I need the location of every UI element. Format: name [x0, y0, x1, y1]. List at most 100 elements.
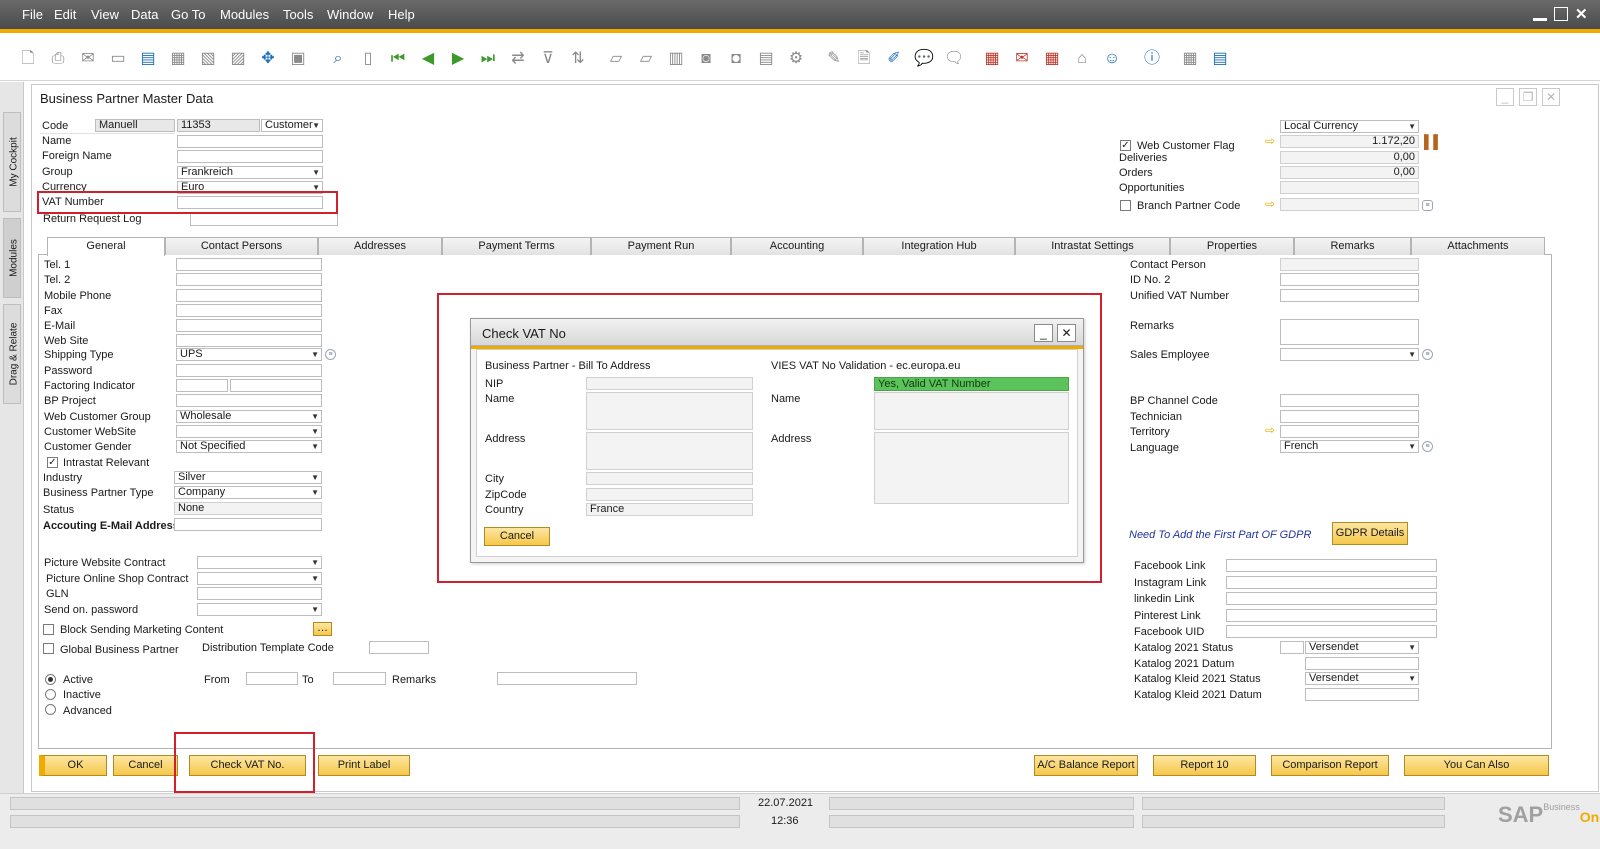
chart-icon[interactable]: ▌▌: [1424, 134, 1442, 149]
form-settings-icon[interactable]: ✐: [884, 49, 904, 69]
menu-edit[interactable]: Edit: [54, 7, 76, 22]
code-series-field[interactable]: Manuell: [95, 119, 175, 132]
language-dropdown[interactable]: French: [1280, 440, 1419, 453]
journal-icon[interactable]: ▤: [756, 49, 776, 69]
linkedin-link-field[interactable]: [1226, 592, 1437, 605]
global-bp-checkbox[interactable]: [43, 643, 54, 654]
target-document-icon[interactable]: ▱: [636, 49, 656, 69]
gdpr-details-button[interactable]: GDPR Details: [1332, 522, 1408, 545]
fax-icon[interactable]: ▤: [138, 49, 158, 69]
tel1-field[interactable]: [176, 258, 322, 271]
payment-means-icon[interactable]: ◙: [696, 49, 716, 69]
gln-field[interactable]: [197, 587, 322, 600]
tab-addresses[interactable]: Addresses: [318, 237, 442, 255]
shipping-info-icon[interactable]: ≡: [325, 349, 336, 360]
previous-record-icon[interactable]: ◀: [418, 49, 438, 69]
print-icon[interactable]: ⎙: [48, 49, 68, 69]
id-no2-field[interactable]: [1280, 273, 1419, 286]
factoring-field-1[interactable]: [176, 379, 228, 392]
website-field[interactable]: [176, 334, 322, 347]
you-can-also-button[interactable]: You Can Also: [1404, 755, 1549, 776]
unified-vat-field[interactable]: [1280, 289, 1419, 302]
side-tab-modules[interactable]: Modules: [3, 218, 21, 298]
refresh-icon[interactable]: ⇄: [508, 49, 528, 69]
picture-shop-contract-dropdown[interactable]: [197, 572, 322, 585]
language-info-icon[interactable]: ≡: [1422, 441, 1433, 452]
side-tab-drag-relate[interactable]: Drag & Relate: [3, 304, 21, 404]
bp-channel-field[interactable]: [1280, 394, 1419, 407]
foreign-name-field[interactable]: [177, 150, 323, 163]
tab-attachments[interactable]: Attachments: [1411, 237, 1545, 255]
base-document-icon[interactable]: ▱: [606, 49, 626, 69]
help-icon[interactable]: ⓘ: [1142, 49, 1162, 69]
password-field[interactable]: [176, 364, 322, 377]
messages-icon[interactable]: 💬: [914, 49, 934, 69]
side-tab-my-cockpit[interactable]: My Cockpit: [3, 112, 21, 212]
pinterest-link-field[interactable]: [1226, 609, 1437, 622]
territory-field[interactable]: [1280, 425, 1419, 438]
clipboard-icon[interactable]: ▤: [1210, 49, 1230, 69]
export-word-icon[interactable]: ▧: [198, 49, 218, 69]
menu-tools[interactable]: Tools: [283, 7, 313, 22]
katalog-datum-field[interactable]: [1305, 657, 1419, 670]
tab-intrastat-settings[interactable]: Intrastat Settings: [1015, 237, 1170, 255]
active-radio[interactable]: [45, 674, 56, 685]
dialog-minimize-icon[interactable]: _: [1034, 324, 1053, 342]
calendar-icon[interactable]: ▦: [982, 49, 1002, 69]
advanced-radio[interactable]: [45, 704, 56, 715]
fax-field[interactable]: [176, 304, 322, 317]
local-currency-dropdown[interactable]: Local Currency: [1280, 120, 1419, 133]
facebook-uid-field[interactable]: [1226, 625, 1437, 638]
export-excel-icon[interactable]: ▦: [168, 49, 188, 69]
distribution-template-field[interactable]: [369, 641, 429, 654]
email-icon[interactable]: ✉: [78, 49, 98, 69]
org-chart-icon[interactable]: ⌂: [1072, 49, 1092, 69]
tab-properties[interactable]: Properties: [1170, 237, 1294, 255]
menu-view[interactable]: View: [91, 7, 119, 22]
tab-contact-persons[interactable]: Contact Persons: [165, 237, 318, 255]
right-remarks-field[interactable]: [1280, 319, 1419, 345]
mobile-field[interactable]: [176, 289, 322, 302]
customer-website-dropdown[interactable]: [176, 425, 322, 438]
bp-project-field[interactable]: [176, 394, 322, 407]
lock-screen-icon[interactable]: ▣: [288, 49, 308, 69]
web-customer-group-dropdown[interactable]: Wholesale: [176, 410, 322, 423]
factoring-field-2[interactable]: [230, 379, 322, 392]
edit-form-icon[interactable]: ✎: [824, 49, 844, 69]
email-field[interactable]: [176, 319, 322, 332]
settings-icon[interactable]: ⚙: [786, 49, 806, 69]
name-field[interactable]: [177, 135, 323, 148]
technician-field[interactable]: [1280, 410, 1419, 423]
tab-payment-run[interactable]: Payment Run: [591, 237, 731, 255]
filter-icon[interactable]: ⊽: [538, 49, 558, 69]
bp-type-dropdown[interactable]: Customer: [261, 119, 323, 132]
web-customer-flag-checkbox[interactable]: ✓: [1120, 140, 1131, 151]
reports-icon[interactable]: ▦: [1042, 49, 1062, 69]
gross-profit-icon[interactable]: ▥: [666, 49, 686, 69]
katalog-status-code-field[interactable]: [1280, 641, 1304, 654]
katalog-status-dropdown[interactable]: Versendet: [1305, 641, 1419, 654]
find-icon[interactable]: ⌕: [328, 49, 348, 69]
sales-employee-dropdown[interactable]: [1280, 348, 1419, 361]
app-minimize-icon[interactable]: [1533, 18, 1547, 21]
accounting-email-field[interactable]: [174, 518, 322, 531]
send-password-dropdown[interactable]: [197, 603, 322, 616]
facebook-link-field[interactable]: [1226, 559, 1437, 572]
dialog-close-icon[interactable]: ✕: [1057, 324, 1076, 342]
window-minimize-icon[interactable]: _: [1496, 88, 1514, 106]
tab-integration-hub[interactable]: Integration Hub: [863, 237, 1015, 255]
move-icon[interactable]: ✥: [258, 49, 278, 69]
territory-link-arrow-icon[interactable]: ⇨: [1265, 423, 1275, 437]
branch-link-arrow-icon[interactable]: ⇨: [1265, 197, 1275, 211]
kleid-status-dropdown[interactable]: Versendet: [1305, 672, 1419, 685]
block-marketing-checkbox[interactable]: [43, 624, 54, 635]
app-restore-icon[interactable]: [1554, 7, 1568, 21]
tab-accounting[interactable]: Accounting: [731, 237, 863, 255]
shipping-type-dropdown[interactable]: UPS: [176, 348, 322, 361]
return-request-log-field[interactable]: [190, 213, 338, 226]
industry-dropdown[interactable]: Silver: [174, 471, 322, 484]
branch-partner-field[interactable]: [1280, 198, 1419, 211]
window-close-icon[interactable]: ✕: [1542, 88, 1560, 106]
branch-partner-checkbox[interactable]: [1120, 200, 1131, 211]
first-record-icon[interactable]: ⏮: [388, 49, 408, 69]
